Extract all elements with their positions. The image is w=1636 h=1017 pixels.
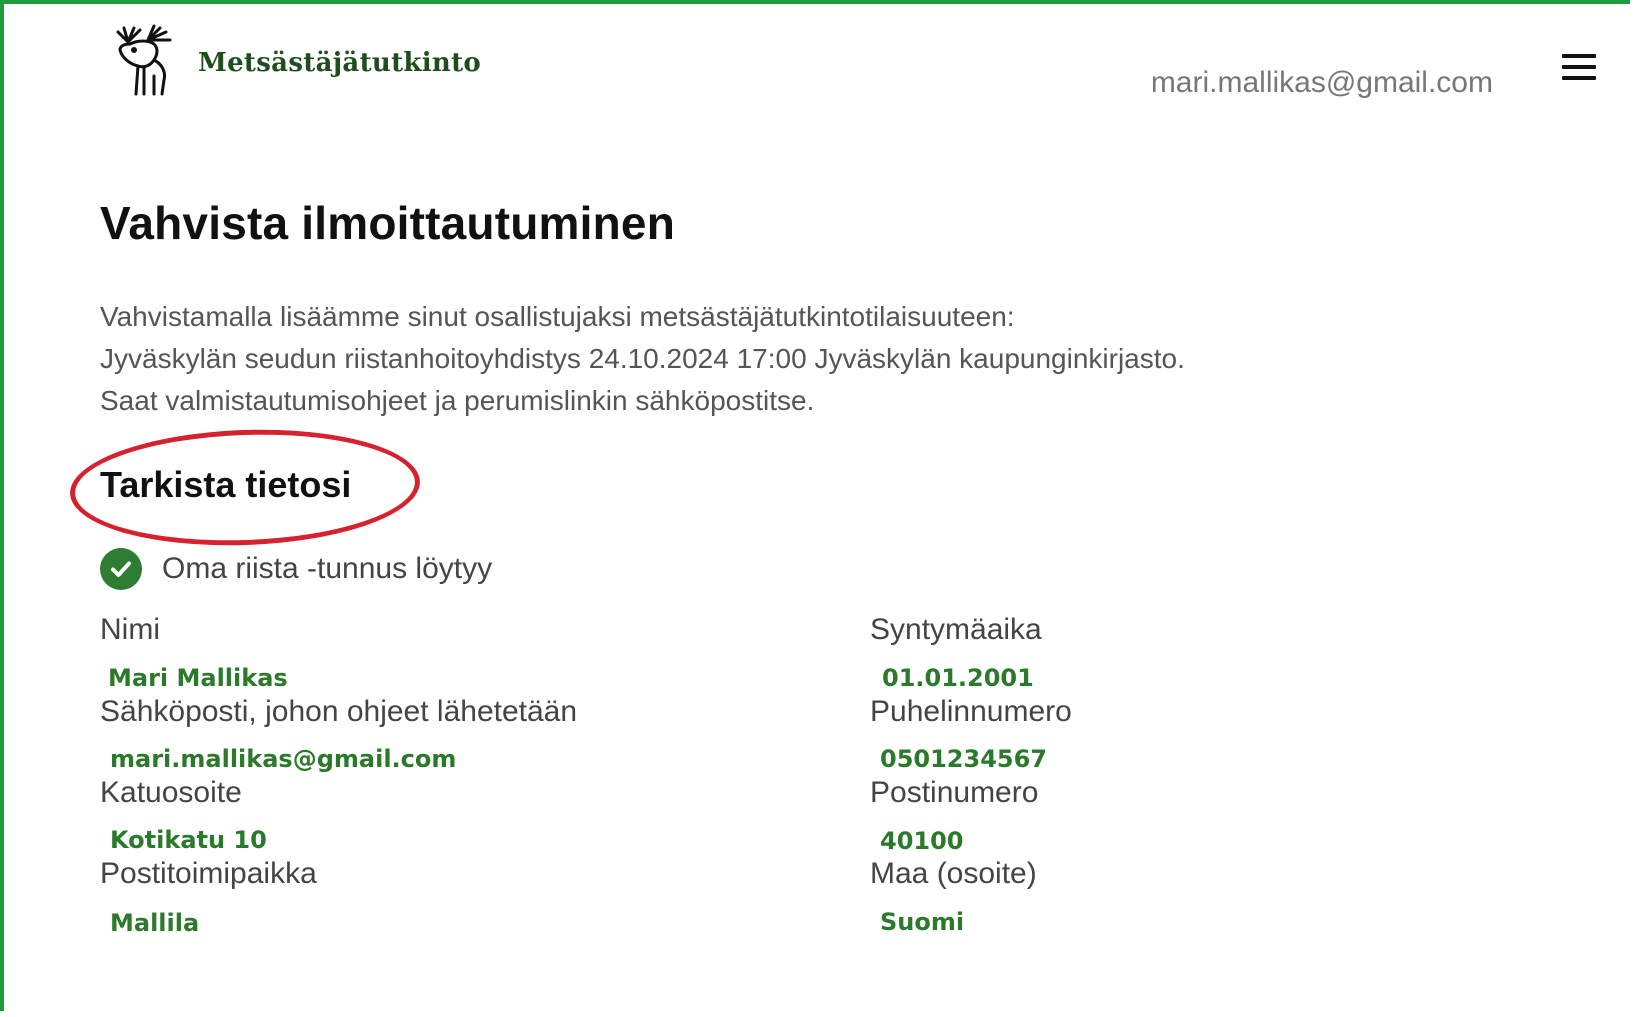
intro-line: Saat valmistautumisohjeet ja perumislink…: [100, 385, 815, 416]
city-label: Postitoimipaikka: [100, 857, 317, 890]
name-value: Mari Mallikas: [108, 664, 288, 692]
city-value: Mallila: [110, 909, 200, 937]
birthdate-value: 01.01.2001: [882, 664, 1034, 692]
name-label: Nimi: [100, 613, 160, 646]
postal-code-value: 40100: [880, 827, 964, 855]
birthdate-label: Syntymäaika: [870, 613, 1042, 646]
country-label: Maa (osoite): [870, 857, 1037, 890]
phone-value: 0501234567: [880, 745, 1047, 773]
menu-bar: [1562, 76, 1596, 80]
menu-bar: [1562, 65, 1596, 69]
street-value: Kotikatu 10: [110, 826, 267, 854]
intro-line: Jyväskylän seudun riistanhoitoyhdistys 2…: [100, 343, 1185, 374]
email-value: mari.mallikas@gmail.com: [110, 745, 457, 773]
status-row: Oma riista -tunnus löytyy: [100, 548, 492, 590]
postal-code-label: Postinumero: [870, 776, 1039, 809]
email-label: Sähköposti, johon ohjeet lähetetään: [100, 695, 578, 728]
intro-line: Vahvistamalla lisäämme sinut osallistuja…: [100, 301, 1015, 332]
intro-text: Vahvistamalla lisäämme sinut osallistuja…: [100, 296, 1185, 422]
brand-name[interactable]: Metsästäjätutkinto: [198, 48, 481, 78]
page-title: Vahvista ilmoittautuminen: [100, 197, 675, 249]
hamburger-menu-icon[interactable]: [1560, 52, 1598, 82]
menu-bar: [1562, 54, 1596, 58]
country-value: Suomi: [880, 908, 965, 936]
phone-label: Puhelinnumero: [870, 695, 1072, 728]
logo-moose-icon[interactable]: [108, 20, 178, 100]
status-text: Oma riista -tunnus löytyy: [162, 552, 493, 585]
section-title: Tarkista tietosi: [100, 464, 352, 505]
check-circle-icon: [100, 548, 142, 590]
user-email: mari.mallikas@gmail.com: [1150, 66, 1493, 99]
street-label: Katuosoite: [100, 776, 242, 809]
